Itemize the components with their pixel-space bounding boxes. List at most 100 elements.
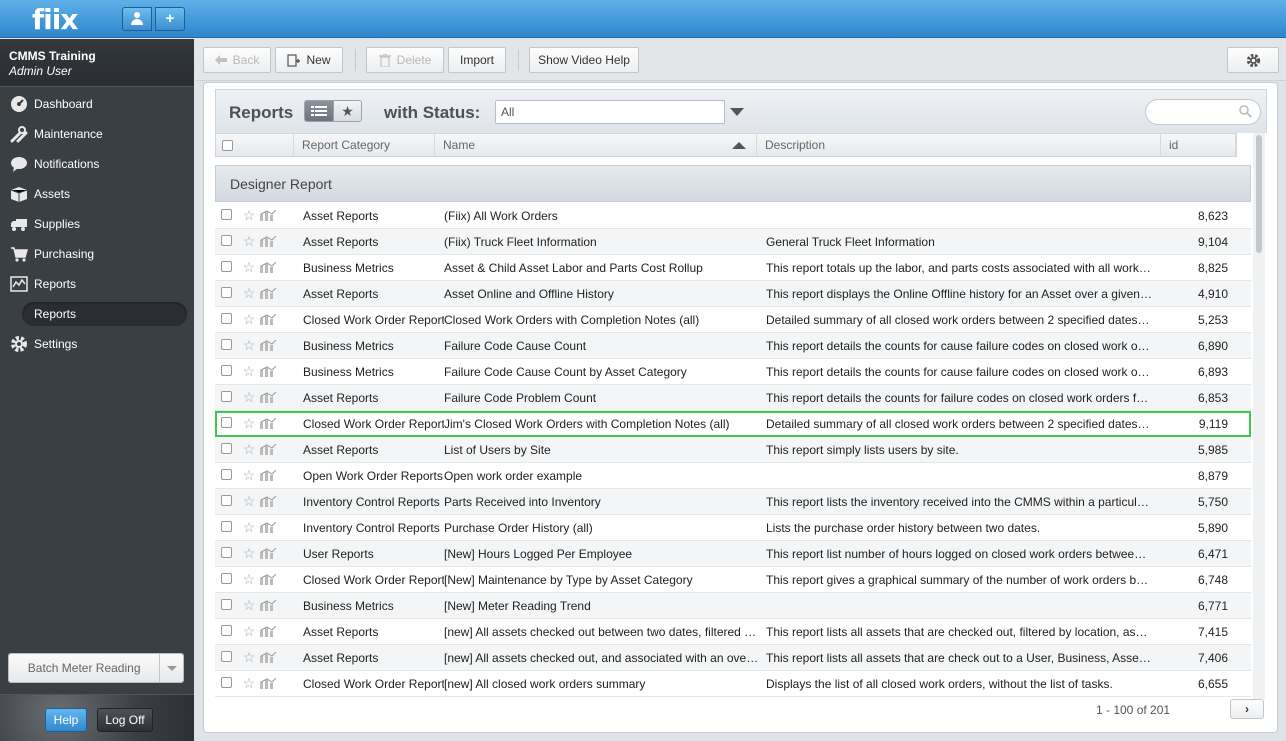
row-name[interactable]: [new] All closed work orders summary bbox=[444, 677, 766, 691]
row-checkbox[interactable] bbox=[221, 208, 232, 220]
table-row[interactable]: ☆ Closed Work Order Reports [New] Maintena… bbox=[215, 567, 1251, 593]
table-row[interactable]: ☆ Business Metrics Failure Code Cause Coun… bbox=[215, 333, 1251, 359]
quick-add-button[interactable]: + bbox=[155, 7, 185, 31]
table-row[interactable]: ☆ Closed Work Order Reports Closed Work Or… bbox=[215, 307, 1251, 333]
next-page-button[interactable]: › bbox=[1230, 699, 1264, 719]
row-checkbox[interactable] bbox=[221, 338, 232, 350]
favorite-star-icon[interactable]: ☆ bbox=[239, 545, 259, 562]
row-checkbox[interactable] bbox=[221, 624, 232, 636]
favorite-star-icon[interactable]: ☆ bbox=[239, 571, 259, 588]
row-checkbox[interactable] bbox=[221, 234, 232, 246]
log-off-button[interactable]: Log Off bbox=[97, 708, 153, 732]
favorite-star-icon[interactable]: ☆ bbox=[239, 337, 259, 354]
show-video-help-button[interactable]: Show Video Help bbox=[529, 47, 639, 73]
table-row[interactable]: ☆ Closed Work Order Reports Jim's Closed W… bbox=[215, 411, 1251, 437]
row-name[interactable]: (Fiix) Truck Fleet Information bbox=[444, 235, 766, 249]
column-id[interactable]: id bbox=[1161, 134, 1236, 156]
favorite-star-icon[interactable]: ☆ bbox=[239, 519, 259, 536]
batch-meter-reading-button[interactable]: Batch Meter Reading bbox=[8, 653, 184, 683]
new-button[interactable]: New bbox=[275, 47, 343, 73]
user-profile-button[interactable] bbox=[122, 7, 152, 31]
favorite-star-icon[interactable]: ☆ bbox=[239, 233, 259, 250]
row-name[interactable]: Purchase Order History (all) bbox=[444, 521, 766, 535]
row-name[interactable]: [new] All assets checked out, and associ… bbox=[444, 651, 766, 665]
table-row[interactable]: ☆ Closed Work Order Reports [new] All clos… bbox=[215, 671, 1251, 697]
nav-reports[interactable]: Reports bbox=[0, 269, 194, 299]
row-checkbox[interactable] bbox=[221, 546, 232, 558]
table-row[interactable]: ☆ Inventory Control Reports Purchase Order… bbox=[215, 515, 1251, 541]
row-checkbox[interactable] bbox=[221, 598, 232, 610]
row-checkbox[interactable] bbox=[221, 312, 232, 324]
row-name[interactable]: Failure Code Cause Count bbox=[444, 339, 766, 353]
table-row[interactable]: ☆ Asset Reports (Fiix) All Work Orders 8,62… bbox=[215, 203, 1251, 229]
back-button[interactable]: Back bbox=[203, 47, 271, 73]
nav-assets[interactable]: Assets bbox=[0, 179, 194, 209]
row-checkbox[interactable] bbox=[221, 494, 232, 506]
scrollbar[interactable] bbox=[1253, 133, 1265, 699]
favorite-star-icon[interactable]: ☆ bbox=[239, 467, 259, 484]
favorite-star-icon[interactable]: ☆ bbox=[239, 311, 259, 328]
row-name[interactable]: Closed Work Orders with Completion Notes… bbox=[444, 313, 766, 327]
favorite-star-icon[interactable]: ☆ bbox=[239, 415, 259, 432]
row-name[interactable]: [New] Meter Reading Trend bbox=[444, 599, 766, 613]
table-row[interactable]: ☆ Asset Reports [new] All assets checked o… bbox=[215, 619, 1251, 645]
search-input[interactable] bbox=[1145, 99, 1261, 125]
table-row[interactable]: ☆ User Reports [New] Hours Logged Per Empl… bbox=[215, 541, 1251, 567]
table-row[interactable]: ☆ Asset Reports List of Users by Site This … bbox=[215, 437, 1251, 463]
row-checkbox[interactable] bbox=[221, 442, 232, 454]
favorite-star-icon[interactable]: ☆ bbox=[239, 493, 259, 510]
favorite-star-icon[interactable]: ☆ bbox=[239, 259, 259, 276]
table-row[interactable]: ☆ Inventory Control Reports Parts Received… bbox=[215, 489, 1251, 515]
row-checkbox[interactable] bbox=[221, 260, 232, 272]
row-name[interactable]: [New] Maintenance by Type by Asset Categ… bbox=[444, 573, 766, 587]
table-row[interactable]: ☆ Asset Reports [new] All assets checked o… bbox=[215, 645, 1251, 671]
favorite-star-icon[interactable]: ☆ bbox=[239, 441, 259, 458]
nav-maintenance[interactable]: Maintenance bbox=[0, 119, 194, 149]
row-name[interactable]: Asset Online and Offline History bbox=[444, 287, 766, 301]
chevron-down-icon[interactable] bbox=[159, 654, 183, 682]
row-checkbox[interactable] bbox=[221, 390, 232, 402]
row-name[interactable]: Failure Code Problem Count bbox=[444, 391, 766, 405]
list-view-button[interactable] bbox=[305, 101, 333, 121]
row-name[interactable]: Jim's Closed Work Orders with Completion… bbox=[444, 417, 766, 431]
chevron-down-icon[interactable] bbox=[730, 108, 744, 116]
row-name[interactable]: Failure Code Cause Count by Asset Catego… bbox=[444, 365, 766, 379]
table-row[interactable]: ☆ Business Metrics Failure Code Cause Coun… bbox=[215, 359, 1251, 385]
scroll-thumb[interactable] bbox=[1256, 135, 1262, 253]
favorite-star-icon[interactable]: ☆ bbox=[239, 675, 259, 692]
favorite-star-icon[interactable]: ☆ bbox=[239, 623, 259, 640]
settings-button[interactable] bbox=[1227, 47, 1279, 73]
table-row[interactable]: ☆ Open Work Order Reports Open work order … bbox=[215, 463, 1251, 489]
table-row[interactable]: ☆ Asset Reports (Fiix) Truck Fleet Informa… bbox=[215, 229, 1251, 255]
row-name[interactable]: Parts Received into Inventory bbox=[444, 495, 766, 509]
favorite-star-icon[interactable]: ☆ bbox=[239, 207, 259, 224]
column-description[interactable]: Description bbox=[757, 134, 1161, 156]
row-checkbox[interactable] bbox=[221, 364, 232, 376]
column-report-category[interactable]: Report Category bbox=[294, 134, 435, 156]
row-checkbox[interactable] bbox=[221, 416, 232, 428]
row-checkbox[interactable] bbox=[221, 650, 232, 662]
row-checkbox[interactable] bbox=[221, 572, 232, 584]
table-row[interactable]: ☆ Asset Reports Failure Code Problem Count… bbox=[215, 385, 1251, 411]
nav-purchasing[interactable]: Purchasing bbox=[0, 239, 194, 269]
group-header-designer-report[interactable]: Designer Report bbox=[215, 165, 1251, 202]
row-checkbox[interactable] bbox=[221, 520, 232, 532]
favorite-star-icon[interactable]: ☆ bbox=[239, 649, 259, 666]
row-name[interactable]: [New] Hours Logged Per Employee bbox=[444, 547, 766, 561]
row-name[interactable]: Asset & Child Asset Labor and Parts Cost… bbox=[444, 261, 766, 275]
nav-notifications[interactable]: Notifications bbox=[0, 149, 194, 179]
nav-settings[interactable]: Settings bbox=[0, 329, 194, 359]
row-name[interactable]: [new] All assets checked out between two… bbox=[444, 625, 766, 639]
favorite-star-icon[interactable]: ☆ bbox=[239, 285, 259, 302]
favorite-star-icon[interactable]: ☆ bbox=[239, 597, 259, 614]
help-button[interactable]: Help bbox=[45, 708, 87, 732]
nav-supplies[interactable]: Supplies bbox=[0, 209, 194, 239]
row-name[interactable]: (Fiix) All Work Orders bbox=[444, 209, 766, 223]
row-checkbox[interactable] bbox=[221, 676, 232, 688]
table-row[interactable]: ☆ Asset Reports Asset Online and Offline H… bbox=[215, 281, 1251, 307]
column-name[interactable]: Name bbox=[435, 134, 757, 156]
row-name[interactable]: List of Users by Site bbox=[444, 443, 766, 457]
select-all-checkbox[interactable] bbox=[222, 139, 233, 151]
status-filter-select[interactable]: All bbox=[495, 100, 725, 124]
delete-button[interactable]: Delete bbox=[366, 47, 444, 73]
